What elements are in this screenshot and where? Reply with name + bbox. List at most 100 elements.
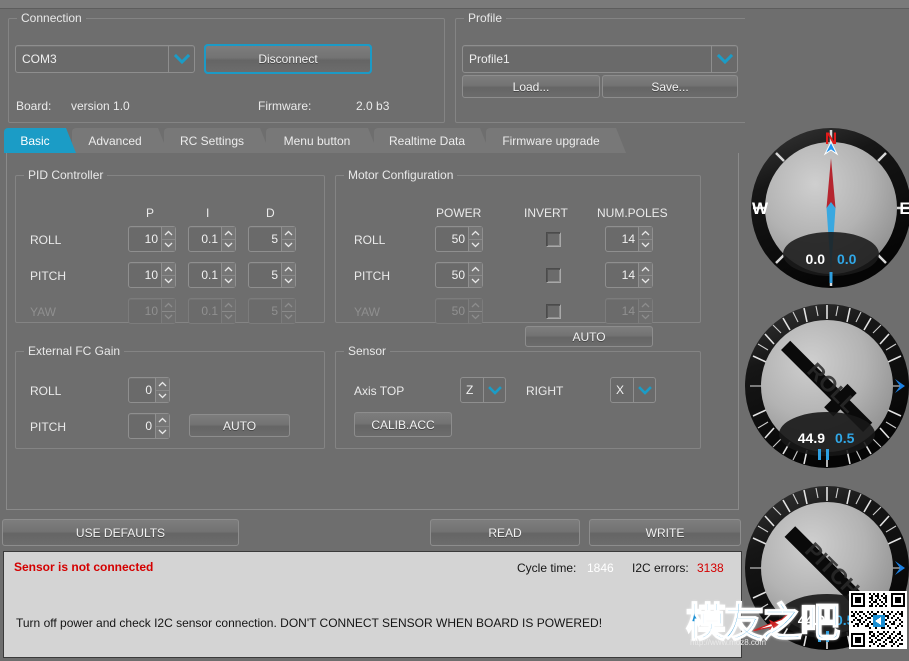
spinner-up-icon <box>222 299 235 312</box>
motor-yaw-invert-checkbox[interactable] <box>546 304 561 319</box>
motor-row-label-roll: ROLL <box>354 233 386 247</box>
fc-gain-roll-value: 0 <box>145 383 152 397</box>
chevron-down-icon[interactable] <box>711 46 737 72</box>
pid-yaw-p-value: 10 <box>144 304 158 318</box>
pid-roll-d-input[interactable]: 5 <box>248 226 296 252</box>
spinner-buttons[interactable] <box>155 378 169 402</box>
spinner-down-icon[interactable] <box>222 275 235 287</box>
spinner-up-icon[interactable] <box>222 263 235 276</box>
load-profile-button[interactable]: Load... <box>462 75 600 98</box>
spinner-up-icon[interactable] <box>282 227 295 240</box>
spinner-up-icon[interactable] <box>469 227 482 240</box>
spinner-up-icon[interactable] <box>222 227 235 240</box>
spinner-down-icon[interactable] <box>469 239 482 251</box>
axis-right-label: RIGHT <box>526 384 564 398</box>
chevron-down-icon[interactable] <box>633 378 655 402</box>
spinner-down-icon[interactable] <box>156 390 169 402</box>
status-message: Turn off power and check I2C sensor conn… <box>16 616 603 630</box>
spinner-buttons[interactable] <box>161 227 175 251</box>
fc-gain-pitch-input[interactable]: 0 <box>128 413 170 439</box>
calibrate-acc-button[interactable]: CALIB.ACC <box>354 412 452 437</box>
spinner-buttons[interactable] <box>468 263 482 287</box>
spinner-down-icon[interactable] <box>156 426 169 438</box>
spinner-buttons[interactable] <box>638 263 652 287</box>
spinner-buttons[interactable] <box>468 227 482 251</box>
spinner-down-icon[interactable] <box>162 239 175 251</box>
motor-row-label-pitch: PITCH <box>354 269 390 283</box>
profile-value: Profile1 <box>469 52 510 66</box>
spinner-buttons <box>281 299 295 323</box>
action-button-bar: USE DEFAULTS READ WRITE <box>0 514 745 554</box>
pid-roll-i-input[interactable]: 0.1 <box>188 226 236 252</box>
write-button[interactable]: WRITE <box>589 519 741 546</box>
motor-pitch-invert-checkbox[interactable] <box>546 268 561 283</box>
firmware-label: Firmware: <box>258 99 312 113</box>
axis-right-select[interactable]: X <box>610 377 656 403</box>
pid-controller-group: PID Controller P I D ROLL 10 0.1 5 PITCH… <box>15 168 325 324</box>
axis-right-value: X <box>616 383 625 397</box>
spinner-down-icon[interactable] <box>162 275 175 287</box>
tab-rc-settings[interactable]: RC Settings <box>164 128 270 153</box>
spinner-up-icon[interactable] <box>469 263 482 276</box>
spinner-down-icon[interactable] <box>222 239 235 251</box>
fc-gain-pitch-value: 0 <box>145 419 152 433</box>
motor-pitch-power-input[interactable]: 50 <box>435 262 483 288</box>
motor-roll-power-input[interactable]: 50 <box>435 226 483 252</box>
spinner-buttons[interactable] <box>281 227 295 251</box>
fc-gain-pitch-label: PITCH <box>30 420 66 434</box>
spinner-up-icon[interactable] <box>162 227 175 240</box>
pid-row-label-yaw: YAW <box>30 305 56 319</box>
board-value: version 1.0 <box>71 99 130 113</box>
pid-row-label-pitch: PITCH <box>30 269 66 283</box>
spinner-buttons[interactable] <box>221 227 235 251</box>
chevron-down-icon[interactable] <box>168 46 194 72</box>
spinner-buttons[interactable] <box>638 227 652 251</box>
compass-value-white: 0.0 <box>806 251 826 267</box>
sensor-group-title: Sensor <box>344 344 391 358</box>
read-button[interactable]: READ <box>430 519 580 546</box>
fc-gain-group-title: External FC Gain <box>24 344 125 358</box>
spinner-up-icon[interactable] <box>156 378 169 391</box>
pid-pitch-i-input[interactable]: 0.1 <box>188 262 236 288</box>
compass-west-label: W <box>752 199 769 218</box>
spinner-buttons[interactable] <box>281 263 295 287</box>
spinner-buttons[interactable] <box>161 263 175 287</box>
tab-menu-button[interactable]: Menu button <box>266 128 378 153</box>
spinner-up-icon[interactable] <box>282 263 295 276</box>
fc-gain-auto-button[interactable]: AUTO <box>189 414 290 437</box>
pid-roll-i-value: 0.1 <box>201 232 218 246</box>
spinner-down-icon[interactable] <box>282 239 295 251</box>
axis-top-select[interactable]: Z <box>460 377 506 403</box>
spinner-down-icon <box>282 311 295 323</box>
spinner-down-icon[interactable] <box>282 275 295 287</box>
tab-basic[interactable]: Basic <box>4 128 76 153</box>
spinner-up-icon[interactable] <box>639 263 652 276</box>
spinner-down-icon[interactable] <box>639 239 652 251</box>
fc-gain-roll-input[interactable]: 0 <box>128 377 170 403</box>
tab-advanced[interactable]: Advanced <box>72 128 168 153</box>
pid-pitch-p-input[interactable]: 10 <box>128 262 176 288</box>
tab-realtime-data[interactable]: Realtime Data <box>374 128 490 153</box>
spinner-up-icon[interactable] <box>162 263 175 276</box>
spinner-buttons[interactable] <box>155 414 169 438</box>
pid-roll-p-input[interactable]: 10 <box>128 226 176 252</box>
use-defaults-button[interactable]: USE DEFAULTS <box>2 519 239 546</box>
motor-roll-poles-input[interactable]: 14 <box>605 226 653 252</box>
save-profile-button[interactable]: Save... <box>602 75 738 98</box>
spinner-buttons[interactable] <box>221 263 235 287</box>
spinner-down-icon[interactable] <box>639 275 652 287</box>
tab-firmware-upgrade[interactable]: Firmware upgrade <box>486 128 626 153</box>
spinner-down-icon[interactable] <box>469 275 482 287</box>
motor-auto-button[interactable]: AUTO <box>525 326 653 347</box>
motor-pitch-poles-input[interactable]: 14 <box>605 262 653 288</box>
gauge-panel: N W E 0.0 0.0 ROLL 44.9 0.5 PITCH 44.9 0… <box>745 9 909 652</box>
profile-select[interactable]: Profile1 <box>462 45 738 73</box>
spinner-up-icon[interactable] <box>156 414 169 427</box>
com-port-select[interactable]: COM3 <box>15 45 195 73</box>
disconnect-button[interactable]: Disconnect <box>204 44 372 74</box>
spinner-up-icon[interactable] <box>639 227 652 240</box>
pid-pitch-d-input[interactable]: 5 <box>248 262 296 288</box>
pid-yaw-d-input: 5 <box>248 298 296 324</box>
motor-roll-invert-checkbox[interactable] <box>546 232 561 247</box>
chevron-down-icon[interactable] <box>483 378 505 402</box>
